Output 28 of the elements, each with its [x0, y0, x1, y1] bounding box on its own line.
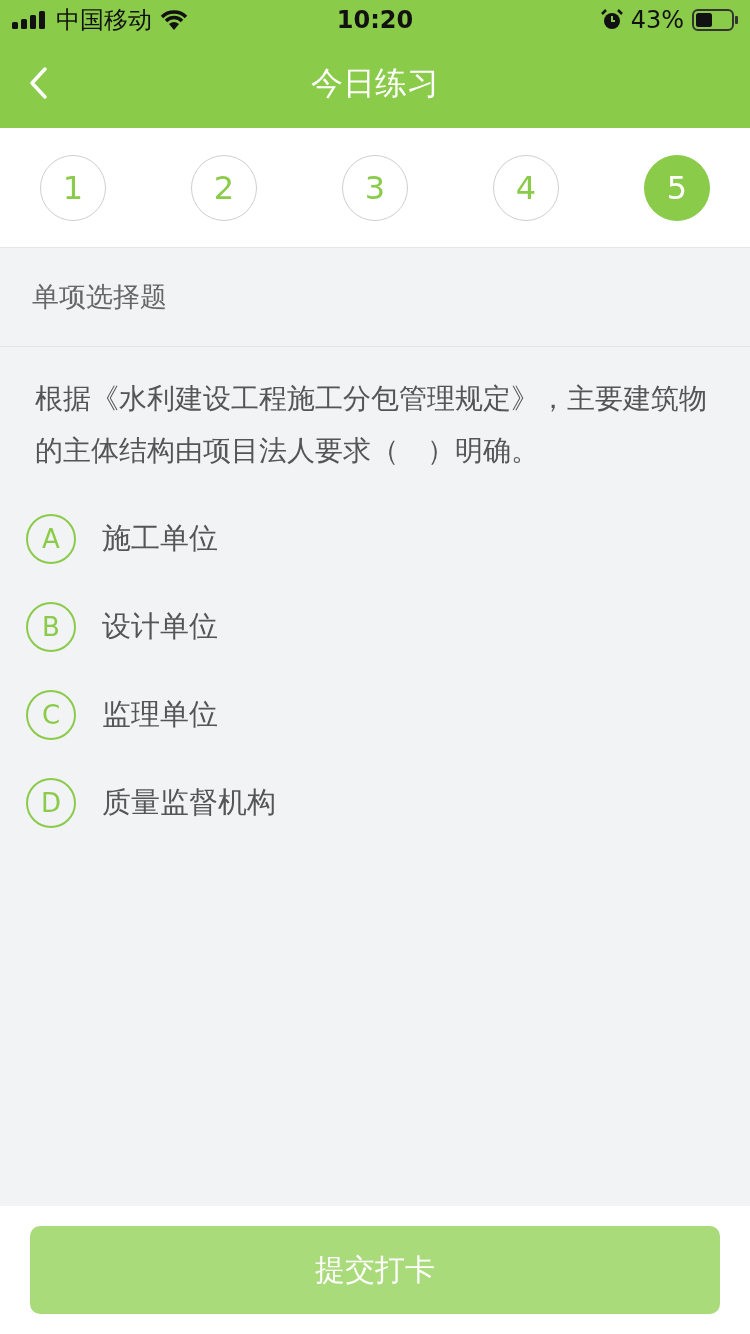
option-letter: C [26, 690, 76, 740]
option-letter: D [26, 778, 76, 828]
question-number[interactable]: 5 [644, 154, 710, 221]
clock-time: 10:20 [336, 6, 414, 34]
option-text: 监理单位 [102, 696, 218, 733]
answer-option[interactable]: B 设计单位 [0, 583, 750, 671]
carrier-name: 中国移动 [56, 5, 152, 36]
page-title: 今日练习 [311, 63, 439, 104]
option-letter: B [26, 602, 76, 652]
question-text: 根据《水利建设工程施工分包管理规定》，主要建筑物的主体结构由项目法人要求（ ）明确。 [34, 381, 708, 469]
wifi-icon [160, 10, 188, 30]
question-number[interactable]: 2 [191, 154, 257, 221]
alarm-icon [600, 9, 623, 31]
answer-option[interactable]: A 施工单位 [0, 495, 750, 583]
back-icon[interactable] [28, 66, 48, 100]
question-number[interactable]: 4 [493, 154, 559, 221]
option-text: 施工单位 [102, 520, 218, 557]
battery-icon [692, 9, 738, 31]
option-letter: A [26, 514, 76, 564]
question-number[interactable]: 1 [40, 154, 106, 221]
answer-option[interactable]: D 质量监督机构 [0, 759, 750, 847]
question-number[interactable]: 3 [342, 154, 408, 221]
battery-percent: 43% [630, 6, 684, 34]
option-text: 设计单位 [102, 608, 218, 645]
signal-icon [12, 11, 48, 29]
option-text: 质量监督机构 [102, 784, 276, 821]
question-type: 单项选择题 [32, 280, 167, 314]
answer-option[interactable]: C 监理单位 [0, 671, 750, 759]
